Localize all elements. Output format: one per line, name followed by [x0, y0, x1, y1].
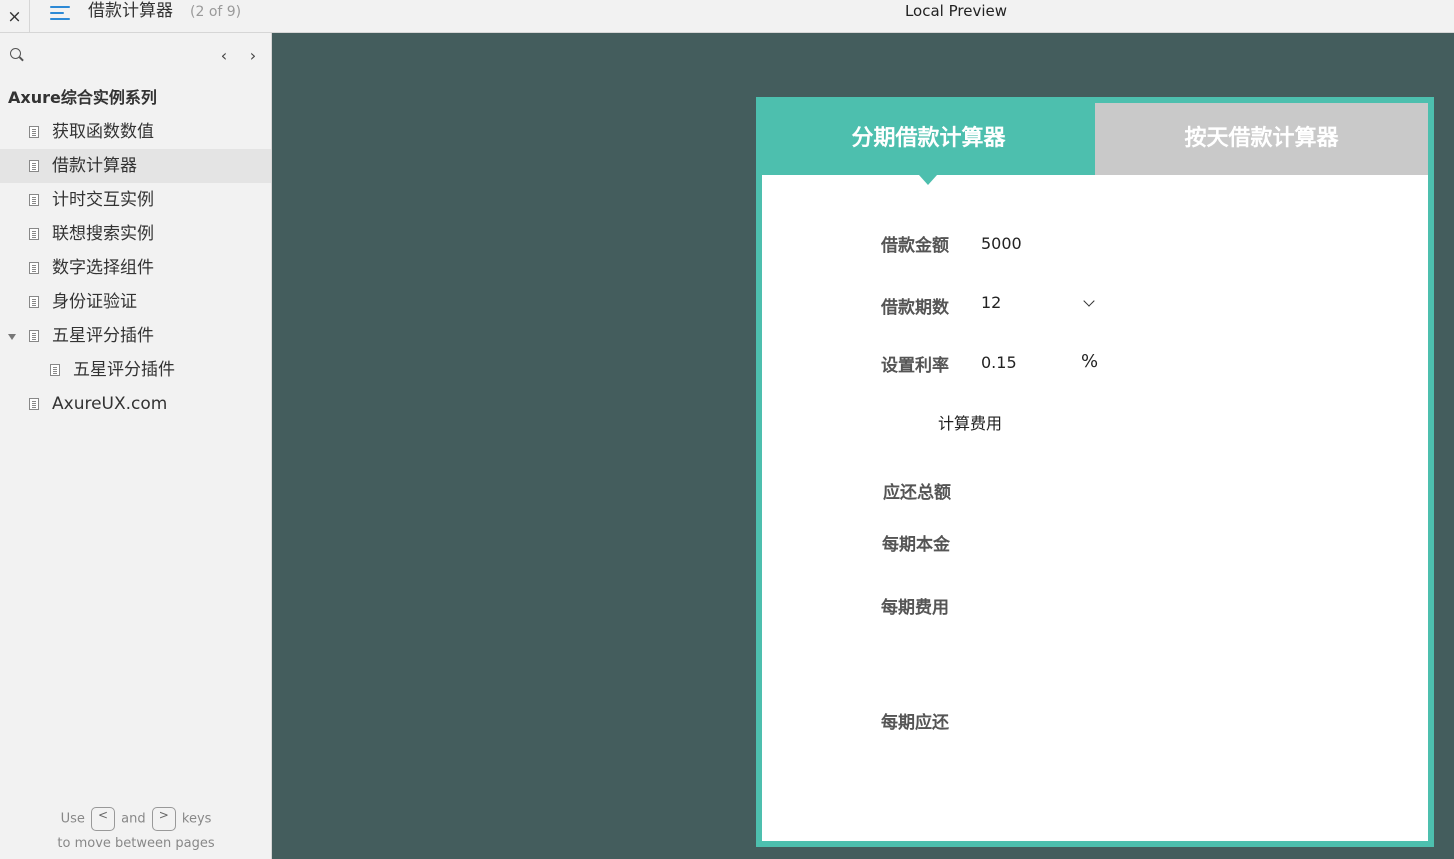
principal-label: 每期本金 — [882, 535, 950, 555]
tree-item[interactable]: 身份证验证 — [0, 285, 271, 319]
preview-canvas: 分期借款计算器 按天借款计算器 借款金额 借款期数 12 设置利率 % 计算费用… — [272, 33, 1454, 859]
tree-item-label: 计时交互实例 — [52, 190, 154, 210]
calculate-button[interactable]: 计算费用 — [938, 410, 1002, 434]
tree-item-label: 联想搜索实例 — [52, 224, 154, 244]
next-page-button[interactable]: › — [243, 43, 263, 67]
tree-item-label: AxureUX.com — [52, 394, 168, 414]
loan-amount-input[interactable] — [981, 234, 1101, 253]
page-title: 借款计算器 — [88, 1, 173, 21]
search-icon[interactable] — [10, 48, 21, 59]
sitemap-menu-icon[interactable] — [50, 2, 72, 24]
tree-item-label: 五星评分插件 — [73, 360, 175, 380]
page-icon — [29, 296, 39, 308]
prev-page-button[interactable]: ‹ — [214, 43, 234, 67]
hint-use: Use — [60, 811, 85, 827]
page-icon — [29, 228, 39, 240]
page-icon — [50, 364, 60, 376]
page-icon — [29, 398, 39, 410]
keyboard-hint: Use < and > keys to move between pages — [0, 807, 272, 856]
page-icon — [29, 194, 39, 206]
preview-title: Local Preview — [904, 2, 1008, 20]
loan-term-label: 借款期数 — [881, 298, 949, 318]
tree-item[interactable]: 获取函数数值 — [0, 115, 271, 149]
folder-title[interactable]: Axure综合实例系列 — [8, 87, 157, 109]
page-icon — [29, 262, 39, 274]
payment-label: 每期应还 — [881, 713, 949, 733]
tree-item-label: 五星评分插件 — [52, 326, 154, 346]
tree-item-selected[interactable]: 借款计算器 — [0, 149, 271, 183]
tree-item[interactable]: 数字选择组件 — [0, 251, 271, 285]
page-icon — [29, 160, 39, 172]
prev-key-icon: < — [91, 807, 115, 831]
page-icon — [29, 126, 39, 138]
rate-input[interactable] — [981, 353, 1071, 372]
loan-amount-label: 借款金额 — [881, 236, 949, 256]
fee-label: 每期费用 — [881, 598, 949, 618]
loan-calculator-card: 分期借款计算器 按天借款计算器 借款金额 借款期数 12 设置利率 % 计算费用… — [756, 97, 1434, 847]
tree-item-label: 身份证验证 — [52, 292, 137, 312]
page-tree: 获取函数数值 借款计算器 计时交互实例 联想搜索实例 数字选择组件 身份证验证 … — [0, 115, 271, 421]
tree-item-child[interactable]: 五星评分插件 — [0, 353, 271, 387]
tree-item[interactable]: 联想搜索实例 — [0, 217, 271, 251]
tree-item-label: 数字选择组件 — [52, 258, 154, 278]
tab-daily-calculator[interactable]: 按天借款计算器 — [1095, 103, 1428, 175]
tab-installment-calculator[interactable]: 分期借款计算器 — [762, 103, 1095, 185]
hint-line2: to move between pages — [57, 835, 215, 851]
loan-term-value: 12 — [981, 293, 1002, 312]
sitemap-sidebar: ‹ › Axure综合实例系列 获取函数数值 借款计算器 计时交互实例 联想搜索… — [0, 33, 272, 859]
rate-unit: % — [1081, 351, 1099, 372]
hint-keys: keys — [181, 811, 212, 827]
next-key-icon: > — [151, 807, 176, 831]
page-count: (2 of 9) — [190, 4, 242, 20]
loan-term-select[interactable]: 12 — [981, 293, 1101, 317]
hint-and: and — [121, 811, 146, 827]
tree-item-label: 借款计算器 — [52, 156, 137, 176]
search-row: ‹ › — [0, 43, 272, 67]
tree-item-expandable[interactable]: 五星评分插件 — [0, 319, 271, 353]
total-label: 应还总额 — [883, 483, 951, 503]
chevron-down-icon — [1083, 295, 1095, 307]
close-icon[interactable]: × — [0, 0, 30, 33]
caret-down-icon[interactable] — [8, 334, 16, 340]
top-bar: × 借款计算器 (2 of 9) Local Preview — [0, 0, 1454, 33]
tree-item[interactable]: AxureUX.com — [0, 387, 271, 421]
tree-item-label: 获取函数数值 — [52, 122, 154, 142]
page-icon — [29, 330, 39, 342]
rate-label: 设置利率 — [881, 356, 949, 376]
tree-item[interactable]: 计时交互实例 — [0, 183, 271, 217]
